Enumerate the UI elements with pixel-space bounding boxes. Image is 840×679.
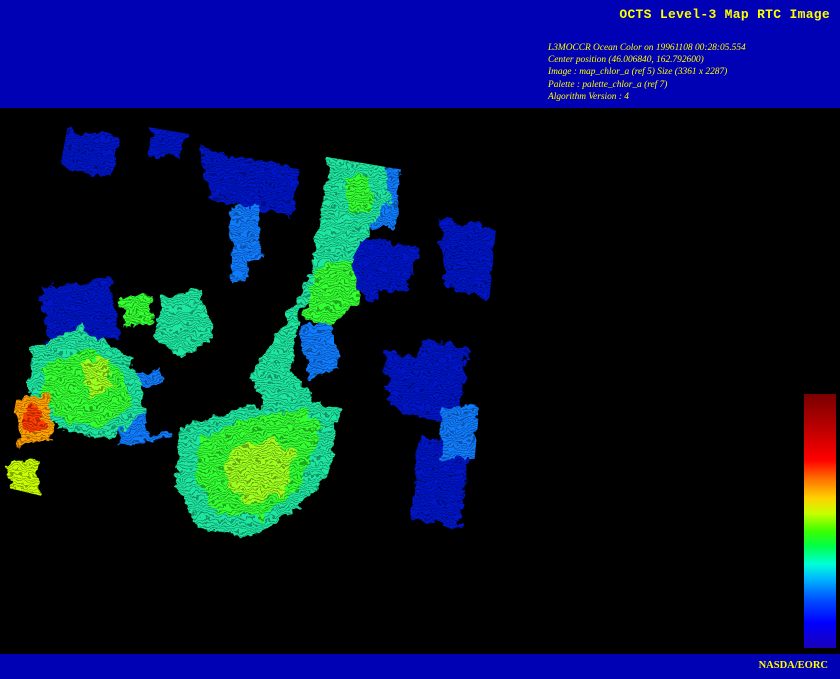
chlorophyll-map [0,114,500,596]
header-banner: OCTS Level-3 Map RTC Image L3MOCCR Ocean… [0,0,840,108]
footer-banner: NASDA/EORC [0,654,840,679]
image-title: OCTS Level-3 Map RTC Image [619,7,830,22]
meta-image-line: Image : map_chlor_a (ref 5) Size (3361 x… [548,67,728,78]
meta-algorithm-line: Algorithm Version : 4 [548,91,629,102]
meta-palette-line: Palette : palette_chlor_a (ref 7) [548,79,668,90]
chlorophyll-colorbar [804,394,836,648]
satellite-image-area [0,108,840,654]
meta-product-line: L3MOCCR Ocean Color on 19961108 00:28:05… [548,43,746,53]
credit-label: NASDA/EORC [758,660,828,671]
metadata-block: L3MOCCR Ocean Color on 19961108 00:28:05… [548,42,746,103]
meta-center-line: Center position (46.006840, 162.792600) [548,55,704,66]
